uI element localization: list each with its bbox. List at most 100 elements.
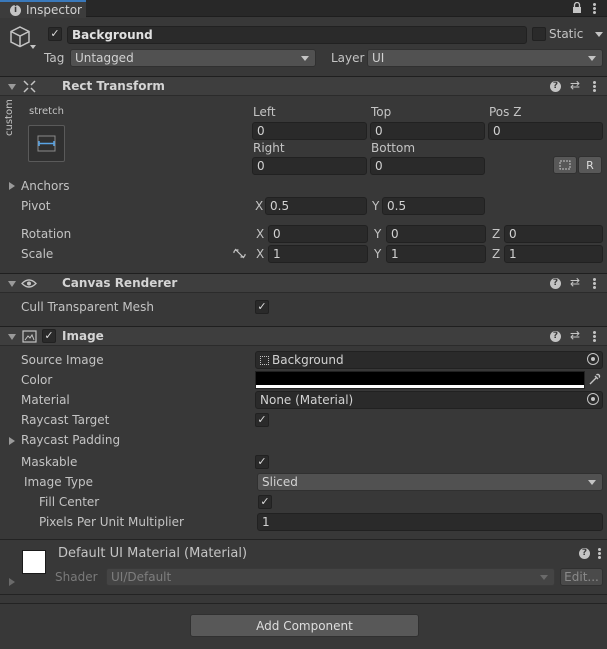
- component-title: Rect Transform: [62, 79, 165, 93]
- left-header: Left: [253, 105, 276, 119]
- foldout-arrow-icon[interactable]: [8, 84, 16, 90]
- help-icon[interactable]: ?: [550, 331, 561, 342]
- pivot-label: Pivot: [21, 199, 51, 213]
- ppu-multiplier-field[interactable]: 1: [257, 513, 603, 531]
- static-dropdown-arrow[interactable]: [595, 32, 603, 37]
- object-picker-icon[interactable]: [587, 393, 599, 405]
- top-field[interactable]: 0: [370, 122, 485, 140]
- scale-x-field[interactable]: 1: [268, 245, 368, 263]
- source-image-field[interactable]: Background: [255, 351, 603, 369]
- context-menu-icon[interactable]: [598, 548, 601, 559]
- edit-shader-button[interactable]: Edit...: [560, 568, 603, 586]
- material-title: Default UI Material (Material): [58, 546, 248, 561]
- scale-y-axis: Y: [374, 247, 382, 261]
- color-field[interactable]: [255, 371, 585, 389]
- alpha-bar: [256, 385, 584, 388]
- presets-icon[interactable]: ⇄: [570, 78, 580, 92]
- blueprint-icon: [559, 160, 571, 170]
- rotation-y-axis: Y: [374, 227, 382, 241]
- image-type-dropdown[interactable]: Sliced: [257, 473, 603, 491]
- gameobject-cube-icon: [10, 26, 30, 48]
- bottom-header: Bottom: [371, 141, 416, 155]
- anchor-preset-button[interactable]: [28, 125, 65, 162]
- material-foldout-icon[interactable]: [9, 578, 15, 586]
- active-checkbox[interactable]: ✓: [48, 27, 62, 41]
- context-menu-icon[interactable]: [593, 278, 596, 289]
- tag-dropdown[interactable]: Untagged: [70, 49, 316, 67]
- shader-dropdown[interactable]: UI/Default: [106, 568, 555, 586]
- top-header: Top: [371, 105, 392, 119]
- raycast-padding-foldout-icon[interactable]: [9, 437, 15, 445]
- image-header[interactable]: ✓ Image ? ⇄: [0, 326, 607, 346]
- rotation-x-axis: X: [256, 227, 265, 241]
- scale-z-field[interactable]: 1: [504, 245, 603, 263]
- cull-transparent-mesh-label: Cull Transparent Mesh: [21, 300, 154, 314]
- divider: [0, 539, 607, 540]
- rect-transform-icon: [23, 80, 36, 93]
- divider: [0, 595, 607, 604]
- anchor-preset-v-label: custom: [4, 99, 15, 136]
- rotation-x-field[interactable]: 0: [268, 225, 368, 243]
- canvas-renderer-header[interactable]: Canvas Renderer ? ⇄: [0, 273, 607, 293]
- add-component-button[interactable]: Add Component: [190, 614, 419, 637]
- pivot-x-field[interactable]: 0.5: [265, 197, 367, 215]
- tab-inspector[interactable]: i Inspector: [0, 0, 86, 18]
- rotation-z-field[interactable]: 0: [504, 225, 603, 243]
- component-title: Canvas Renderer: [62, 276, 178, 290]
- anchor-preset-h-label: stretch: [29, 106, 64, 117]
- posz-field[interactable]: 0: [488, 122, 603, 140]
- static-checkbox[interactable]: [532, 27, 546, 41]
- rect-transform-header[interactable]: Rect Transform ? ⇄: [0, 76, 607, 96]
- posz-header: Pos Z: [489, 105, 522, 119]
- image-enabled-checkbox[interactable]: ✓: [42, 329, 56, 343]
- eyedropper-icon[interactable]: [588, 373, 601, 386]
- maskable-label: Maskable: [21, 455, 78, 469]
- raycast-target-checkbox[interactable]: ✓: [255, 413, 269, 427]
- foldout-arrow-icon[interactable]: [8, 281, 16, 287]
- presets-icon[interactable]: ⇄: [570, 328, 580, 342]
- rotation-y-field[interactable]: 0: [386, 225, 486, 243]
- pivot-y-axis: Y: [372, 199, 380, 213]
- help-icon[interactable]: ?: [550, 278, 561, 289]
- help-icon[interactable]: ?: [550, 81, 561, 92]
- bottom-field[interactable]: 0: [370, 157, 485, 175]
- anchors-label[interactable]: Anchors: [21, 179, 70, 193]
- scale-y-field[interactable]: 1: [386, 245, 486, 263]
- anchors-foldout-icon[interactable]: [9, 182, 15, 190]
- color-label: Color: [21, 373, 53, 387]
- material-field[interactable]: None (Material): [255, 391, 603, 409]
- context-menu-icon[interactable]: [593, 331, 596, 342]
- image-type-label: Image Type: [24, 475, 93, 489]
- icon-dropdown-arrow[interactable]: [30, 45, 36, 49]
- eye-icon: [21, 279, 37, 288]
- left-field[interactable]: 0: [252, 122, 367, 140]
- raw-edit-button[interactable]: R: [578, 156, 602, 174]
- scale-x-axis: X: [256, 247, 265, 261]
- fill-center-checkbox[interactable]: ✓: [258, 495, 272, 509]
- object-picker-icon[interactable]: [587, 353, 599, 365]
- tab-bar: i Inspector: [0, 0, 607, 18]
- foldout-arrow-icon[interactable]: [8, 334, 16, 340]
- presets-icon[interactable]: ⇄: [570, 275, 580, 289]
- chevron-down-icon: [301, 56, 309, 61]
- tag-label: Tag: [44, 51, 65, 65]
- right-field[interactable]: 0: [252, 157, 367, 175]
- maskable-checkbox[interactable]: ✓: [255, 455, 269, 469]
- shader-label: Shader: [55, 570, 98, 584]
- lock-icon[interactable]: [572, 2, 582, 14]
- material-label: Material: [21, 393, 70, 407]
- context-menu-icon[interactable]: [593, 81, 596, 92]
- chevron-down-icon: [540, 575, 548, 580]
- constrain-proportions-icon[interactable]: [233, 248, 246, 259]
- tab-title: Inspector: [26, 3, 82, 17]
- pivot-x-axis: X: [255, 199, 264, 213]
- blueprint-mode-button[interactable]: [553, 156, 577, 174]
- material-preview: [22, 550, 46, 574]
- pivot-y-field[interactable]: 0.5: [382, 197, 485, 215]
- tab-menu-icon[interactable]: [593, 3, 596, 14]
- cull-transparent-mesh-checkbox[interactable]: ✓: [255, 300, 269, 314]
- help-icon[interactable]: ?: [579, 548, 590, 559]
- layer-dropdown[interactable]: UI: [367, 49, 603, 67]
- gameobject-name-field[interactable]: Background: [67, 26, 527, 44]
- raycast-padding-label[interactable]: Raycast Padding: [21, 433, 120, 447]
